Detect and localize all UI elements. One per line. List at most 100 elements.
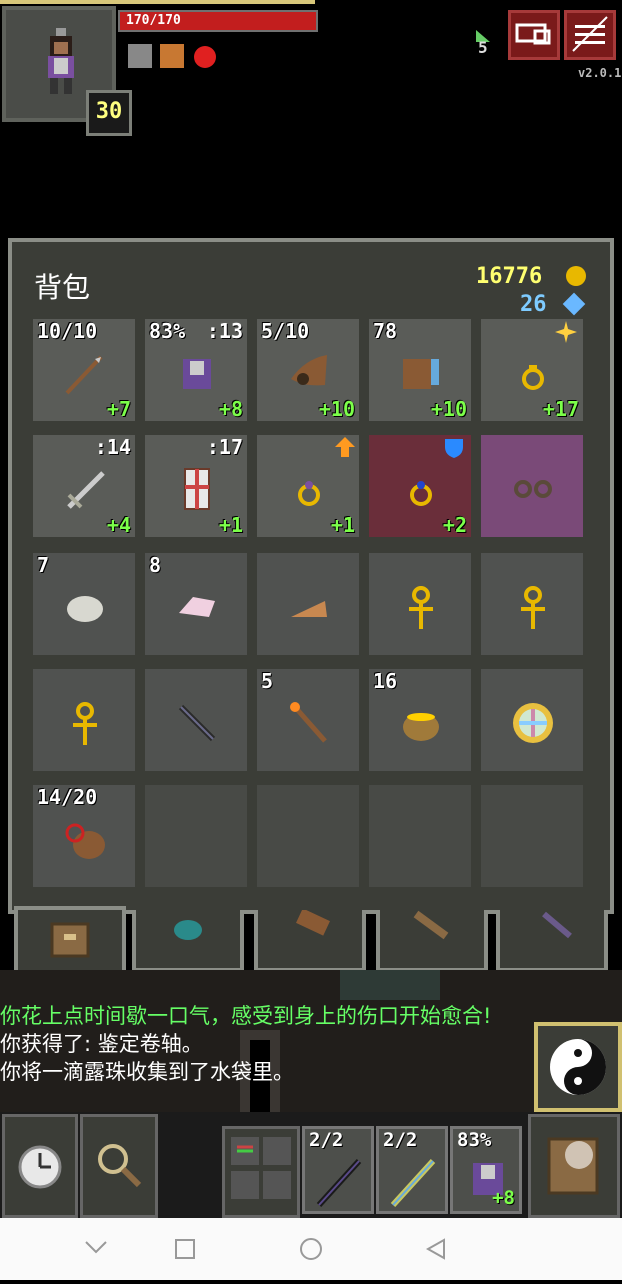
- sparkle-icon: [555, 321, 577, 343]
- empty-inventory-slot[interactable]: [366, 782, 474, 890]
- inventory-slot[interactable]: 78 +10: [366, 316, 474, 424]
- journal-button[interactable]: [508, 10, 560, 60]
- waterskin-icon: [65, 823, 105, 859]
- inventory-slot[interactable]: [254, 550, 362, 658]
- wait-button[interactable]: [2, 1114, 78, 1218]
- inventory-slot[interactable]: 8: [142, 550, 250, 658]
- upgrade-level: +4: [106, 513, 131, 537]
- quickslot-2[interactable]: 2/2: [376, 1126, 448, 1214]
- dagger-icon: [178, 704, 216, 742]
- upgrade-arrow-icon: [335, 437, 355, 457]
- inventory-slot[interactable]: [142, 666, 250, 774]
- crystal-icon: [179, 597, 215, 617]
- log-line: 你将一滴露珠收集到了水袋里。: [0, 1060, 294, 1084]
- pie-icon: [291, 601, 327, 617]
- menu-button[interactable]: [564, 10, 616, 60]
- item-quantity: 10/10: [37, 319, 98, 343]
- upgrade-level: +8: [218, 397, 243, 421]
- inventory-slot[interactable]: +17: [478, 316, 586, 424]
- scroll-holder-icon: [296, 908, 330, 936]
- log-line: 你花上点时间歇一口气，感受到身上的伤口开始愈合!: [0, 1004, 492, 1028]
- inventory-slot[interactable]: [478, 666, 586, 774]
- version-label: v2.0.1: [578, 66, 622, 80]
- quickslot-3[interactable]: 83% +8: [450, 1126, 522, 1214]
- inventory-slot[interactable]: 83% :13 +8: [142, 316, 250, 424]
- inventory-title: 背包: [34, 271, 91, 304]
- action-indicator-button[interactable]: [534, 1022, 622, 1112]
- quickslot-swap-panel[interactable]: [222, 1126, 300, 1218]
- tab-magical-holster[interactable]: [496, 910, 608, 972]
- item-quantity: 7: [37, 553, 50, 577]
- item-quantity: 5: [261, 669, 274, 693]
- game-log: 你花上点时间歇一口气，感受到身上的伤口开始愈合! 你获得了: 鉴定卷轴。 你将一…: [0, 1002, 530, 1086]
- ring-icon: [522, 365, 544, 390]
- seed-pouch-icon: [174, 920, 202, 940]
- torch-icon: [290, 702, 327, 743]
- upgrade-level: +7: [106, 397, 131, 421]
- inventory-slot[interactable]: [478, 550, 586, 658]
- inventory-button[interactable]: [528, 1114, 620, 1218]
- buff-icon[interactable]: [128, 44, 152, 68]
- inventory-slot[interactable]: +1: [254, 432, 362, 540]
- item-durability: :14: [94, 435, 131, 459]
- search-icon: [98, 1144, 142, 1188]
- gold-count: 16776: [476, 264, 543, 289]
- system-navigation-bar: [0, 1218, 622, 1280]
- potion-bandolier-icon: [413, 910, 449, 940]
- item-quantity: 16: [373, 669, 398, 693]
- backpack-icon: [547, 1137, 599, 1195]
- inventory-slot[interactable]: :17 +1: [142, 432, 250, 540]
- hero-icon: [48, 28, 74, 94]
- alchemy-chest-icon: [403, 359, 439, 389]
- empty-inventory-slot[interactable]: [142, 782, 250, 890]
- journal-icon: [515, 23, 551, 45]
- upgrade-level: +10: [430, 397, 467, 421]
- quickslot-label: 2/2: [383, 1129, 418, 1151]
- clock-icon: [18, 1145, 62, 1189]
- goggles-icon: [514, 480, 552, 498]
- inventory-slot[interactable]: 14/20: [30, 782, 138, 890]
- inventory-slot[interactable]: [366, 550, 474, 658]
- log-line: 你获得了: 鉴定卷轴。: [0, 1032, 203, 1056]
- inventory-slot[interactable]: 5: [254, 666, 362, 774]
- inventory-slot[interactable]: 16: [366, 666, 474, 774]
- inventory-slot[interactable]: 7: [30, 550, 138, 658]
- level-badge: 30: [86, 90, 132, 136]
- item-quantity: 14/20: [37, 785, 98, 809]
- buff-icon[interactable]: [160, 44, 184, 68]
- menu-icon: [572, 16, 608, 52]
- experience-bar: [0, 0, 315, 4]
- empty-inventory-slot[interactable]: [254, 782, 362, 890]
- depth-number: 5: [478, 38, 488, 57]
- hp-text: 170/170: [126, 13, 181, 28]
- item-quantity: 83%: [149, 319, 186, 343]
- magical-holster-icon: [542, 911, 572, 939]
- quickslot-label: 83%: [457, 1129, 492, 1151]
- ring-upgrade-icon: [298, 481, 320, 506]
- inventory-slot[interactable]: [30, 666, 138, 774]
- inventory-slot[interactable]: 10/10 +7: [30, 316, 138, 424]
- energy-count: 26: [520, 292, 547, 317]
- horn-of-plenty-icon: [291, 355, 327, 386]
- empty-inventory-slot[interactable]: [478, 782, 586, 890]
- buff-icon[interactable]: [194, 46, 216, 68]
- quickslot-1[interactable]: 2/2: [302, 1126, 374, 1214]
- backpack-icon: [50, 922, 90, 958]
- inventory-slot[interactable]: 5/10 +10: [254, 316, 362, 424]
- stone-icon: [67, 596, 103, 622]
- tab-seed-pouch[interactable]: [132, 910, 244, 972]
- inventory-slot[interactable]: [478, 432, 586, 540]
- inventory-slot[interactable]: +2: [366, 432, 474, 540]
- upgrade-level: +1: [218, 513, 243, 537]
- ankh-icon: [521, 586, 545, 629]
- item-durability: :13: [206, 319, 243, 343]
- yin-yang-icon: [550, 1039, 606, 1095]
- search-button[interactable]: [80, 1114, 158, 1218]
- tab-scroll-holder[interactable]: [254, 908, 366, 972]
- tab-potion-bandolier[interactable]: [376, 910, 488, 972]
- ring-blue-icon: [410, 481, 432, 506]
- item-quantity: 5/10: [261, 319, 310, 343]
- tab-backpack[interactable]: [14, 906, 126, 978]
- hp-bar: 170/170: [118, 10, 318, 32]
- inventory-slot[interactable]: :14 +4: [30, 432, 138, 540]
